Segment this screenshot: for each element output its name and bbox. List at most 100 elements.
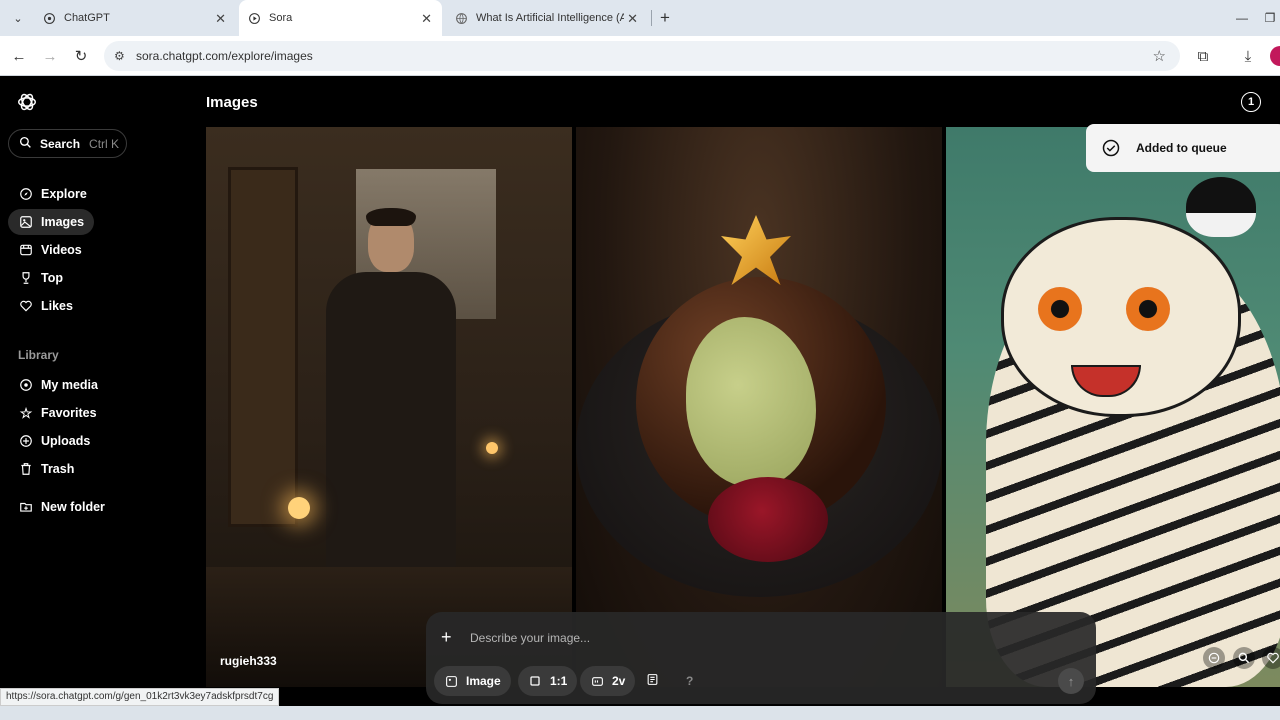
sidebar-item-label: Uploads (41, 434, 91, 448)
variations-label: 2v (612, 674, 626, 688)
close-icon[interactable]: ✕ (421, 11, 432, 27)
tiger-eye (1038, 287, 1082, 331)
os-taskbar (0, 706, 1280, 720)
image-icon (444, 674, 458, 688)
search-button[interactable]: Search Ctrl K (8, 129, 127, 158)
browser-tab-bar: ⌄ ChatGPT ✕ Sora ✕ What Is Artificial In… (0, 0, 1280, 36)
media-type-button[interactable]: Image (434, 666, 511, 696)
image-icon (19, 215, 33, 229)
new-tab-button[interactable]: + (653, 6, 677, 30)
tiger-eye (1126, 287, 1170, 331)
new-folder-label: New folder (41, 500, 105, 514)
download-icon[interactable]: ⤓ (1236, 44, 1260, 68)
check-circle-icon (1102, 139, 1120, 157)
sidebar-item-trash[interactable]: Trash (8, 456, 118, 482)
help-label: ? (686, 674, 694, 688)
heart-icon (19, 299, 33, 313)
sidebar-item-favorites[interactable]: ☆ Favorites (8, 400, 118, 426)
magpie-bird (1186, 177, 1256, 237)
video-icon (19, 243, 33, 257)
person-figure (316, 208, 466, 572)
variations-icon (590, 674, 604, 688)
prompt-input[interactable]: Describe your image... (470, 631, 590, 645)
tab-title: Sora (269, 12, 293, 24)
square-icon (528, 674, 542, 688)
sidebar-item-label: Top (41, 271, 63, 285)
storyboard-icon (646, 673, 659, 689)
status-bar-url: https://sora.chatgpt.com/g/gen_01k2rt3vk… (0, 688, 280, 706)
sora-app: Search Ctrl K Explore Images Videos Top … (0, 76, 1280, 720)
page-title: Images (206, 94, 258, 111)
sidebar-item-my-media[interactable]: My media (8, 372, 118, 398)
door-shape (228, 167, 298, 527)
submit-arrow-button[interactable]: ↑ (1058, 668, 1084, 694)
compass-icon (19, 187, 33, 201)
tab-search-button[interactable]: ⌄ (6, 6, 30, 30)
close-icon[interactable]: ✕ (215, 11, 226, 27)
sidebar-item-videos[interactable]: Videos (8, 237, 94, 263)
address-bar[interactable]: ⚙ sora.chatgpt.com/explore/images ☆ (104, 41, 1180, 71)
sidebar: Search Ctrl K Explore Images Videos Top … (0, 76, 200, 720)
toast-message: Added to queue (1136, 141, 1227, 155)
close-icon[interactable]: ✕ (627, 11, 638, 27)
queue-count-badge[interactable]: 1 (1241, 92, 1261, 112)
browser-toolbar: ← → ↻ ⚙ sora.chatgpt.com/explore/images … (0, 36, 1280, 76)
extensions-icon[interactable]: ⧉ (1191, 44, 1215, 68)
trophy-icon (19, 271, 33, 285)
reload-button[interactable]: ↻ (69, 44, 93, 68)
forward-button[interactable]: → (38, 44, 62, 68)
sidebar-item-explore[interactable]: Explore (8, 181, 94, 207)
sidebar-item-label: My media (41, 378, 98, 392)
upload-icon (19, 434, 33, 448)
help-button[interactable]: ? (676, 666, 703, 696)
minimize-button[interactable]: — (1230, 6, 1254, 30)
profile-avatar[interactable] (1270, 46, 1280, 66)
sidebar-item-label: Favorites (41, 406, 97, 420)
search-icon (19, 136, 32, 152)
zoom-icon[interactable] (1233, 647, 1255, 669)
search-shortcut: Ctrl K (89, 136, 120, 151)
sidebar-item-label: Videos (41, 243, 82, 257)
add-attachment-button[interactable]: + (441, 627, 452, 648)
sidebar-item-label: Explore (41, 187, 87, 201)
sauce-drip (708, 477, 828, 562)
image-author[interactable]: rugieh333 (220, 654, 277, 668)
image-card-workshop[interactable] (206, 127, 572, 687)
added-to-queue-toast: Added to queue (1086, 124, 1280, 172)
star-icon[interactable]: ☆ (1153, 47, 1166, 65)
sidebar-item-top[interactable]: Top (8, 265, 94, 291)
sugar-garnish (721, 215, 791, 285)
remix-icon[interactable] (1203, 647, 1225, 669)
sidebar-item-uploads[interactable]: Uploads (8, 428, 118, 454)
back-button[interactable]: ← (7, 44, 31, 68)
star-icon: ☆ (19, 404, 33, 421)
tab-title: What Is Artificial Intelligence (A (476, 12, 624, 24)
tab-sora[interactable]: Sora ✕ (239, 0, 442, 36)
url-text[interactable]: sora.chatgpt.com/explore/images (136, 49, 313, 63)
restore-button[interactable]: ❐ (1258, 6, 1280, 30)
sidebar-item-likes[interactable]: Likes (8, 293, 94, 319)
media-icon (19, 378, 33, 392)
site-settings-icon[interactable]: ⚙ (114, 49, 125, 63)
tab-chatgpt[interactable]: ChatGPT ✕ (34, 0, 236, 36)
sidebar-item-label: Likes (41, 299, 73, 313)
sidebar-item-label: Trash (41, 462, 75, 476)
aspect-ratio-button[interactable]: 1:1 (518, 666, 578, 696)
library-heading: Library (18, 348, 59, 362)
trash-icon (19, 462, 33, 476)
lamp-glow (288, 497, 310, 519)
folder-plus-icon (19, 500, 33, 514)
openai-logo-icon[interactable] (16, 91, 38, 113)
new-folder-button[interactable]: New folder (8, 494, 128, 520)
image-card-tiger[interactable] (946, 127, 1280, 687)
like-heart-icon[interactable] (1262, 647, 1280, 669)
storyboard-button[interactable] (638, 666, 668, 696)
openai-icon (42, 11, 56, 25)
image-card-dessert[interactable] (576, 127, 942, 687)
sidebar-item-images[interactable]: Images (8, 209, 94, 235)
variations-button[interactable]: 2v (580, 666, 636, 696)
tab-divider (651, 10, 652, 26)
sidebar-item-label: Images (41, 215, 85, 229)
tab-ai-article[interactable]: What Is Artificial Intelligence (A ✕ (446, 0, 648, 36)
lamp-glow (486, 442, 498, 454)
